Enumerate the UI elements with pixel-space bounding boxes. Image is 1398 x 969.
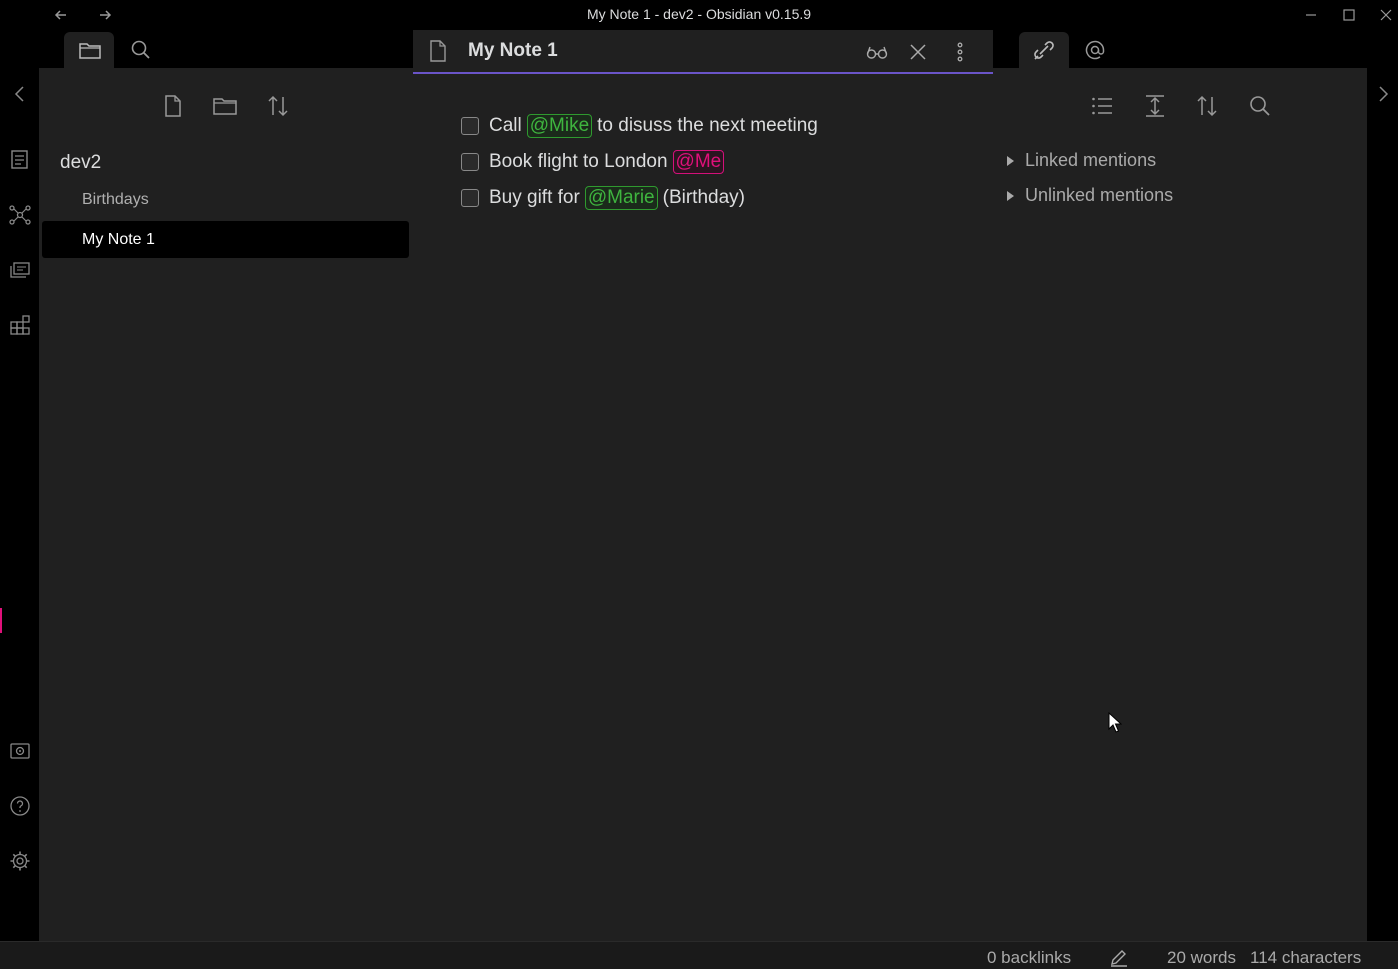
window-title: My Note 1 - dev2 - Obsidian v0.15.9 xyxy=(586,6,812,22)
sort-icon[interactable] xyxy=(265,93,291,119)
help-icon[interactable] xyxy=(8,794,32,818)
collapse-left-icon[interactable] xyxy=(8,82,32,106)
expand-icon[interactable] xyxy=(1142,93,1168,119)
task-text: Call xyxy=(489,115,522,136)
mouse-cursor-icon xyxy=(1108,712,1122,734)
close-tab-icon[interactable] xyxy=(906,40,930,64)
file-item-birthdays[interactable]: Birthdays xyxy=(42,181,409,218)
daily-note-icon[interactable] xyxy=(8,148,32,172)
maximize-icon[interactable] xyxy=(1339,5,1359,25)
unlinked-mentions-section[interactable]: Unlinked mentions xyxy=(1007,185,1173,206)
backlinks-icon[interactable] xyxy=(1031,37,1057,63)
section-label: Linked mentions xyxy=(1025,150,1157,170)
task-checkbox[interactable] xyxy=(461,153,479,171)
expand-triangle-icon xyxy=(1007,155,1014,166)
expand-triangle-icon xyxy=(1007,190,1014,201)
status-bar: 0 backlinks 20 words 114 characters xyxy=(0,941,1398,969)
search-icon[interactable] xyxy=(1247,93,1273,119)
close-icon[interactable] xyxy=(1376,5,1396,25)
vault-icon[interactable] xyxy=(8,739,32,763)
folder-icon[interactable] xyxy=(77,37,103,63)
task-text: Book flight to London xyxy=(489,151,668,172)
sort-icon[interactable] xyxy=(1194,93,1220,119)
title-bar: My Note 1 - dev2 - Obsidian v0.15.9 xyxy=(0,0,1398,30)
mentions-at-icon[interactable] xyxy=(1082,37,1108,63)
note-file-icon xyxy=(426,39,450,63)
task-item: Book flight to London @Me xyxy=(461,147,729,177)
mention-tag[interactable]: @Me xyxy=(672,150,725,174)
more-options-icon[interactable] xyxy=(948,40,972,64)
graph-view-icon[interactable] xyxy=(8,203,32,227)
task-item: Buy gift for @Marie (Birthday) xyxy=(461,183,745,213)
task-text: Buy gift for xyxy=(489,187,580,208)
task-text: to disuss the next meeting xyxy=(597,115,818,136)
task-text: (Birthday) xyxy=(662,187,745,208)
new-note-icon[interactable] xyxy=(160,93,186,119)
new-folder-icon[interactable] xyxy=(212,93,238,119)
task-checkbox[interactable] xyxy=(461,189,479,207)
mention-tag[interactable]: @Marie xyxy=(584,186,658,210)
list-icon[interactable] xyxy=(1089,93,1115,119)
edit-mode-icon[interactable] xyxy=(1109,947,1129,967)
ribbon xyxy=(0,30,39,941)
settings-icon[interactable] xyxy=(8,849,32,873)
plugin-grid-icon[interactable] xyxy=(8,313,32,337)
note-title[interactable]: My Note 1 xyxy=(468,40,558,62)
section-label: Unlinked mentions xyxy=(1025,185,1174,205)
linked-mentions-section[interactable]: Linked mentions xyxy=(1007,150,1156,171)
active-indicator xyxy=(0,608,2,633)
backlinks-count[interactable]: 0 backlinks xyxy=(987,948,1071,968)
file-item-my-note-1[interactable]: My Note 1 xyxy=(42,221,409,258)
vault-name[interactable]: dev2 xyxy=(60,152,101,174)
collapse-right-icon[interactable] xyxy=(1371,82,1395,106)
slides-icon[interactable] xyxy=(8,258,32,282)
right-ribbon xyxy=(1367,30,1398,941)
task-item: Call @Mike to disuss the next meeting xyxy=(461,111,818,141)
mention-tag[interactable]: @Mike xyxy=(526,114,593,138)
word-count: 20 words xyxy=(1167,948,1236,967)
minimize-icon[interactable] xyxy=(1301,5,1321,25)
search-icon[interactable] xyxy=(128,37,154,63)
reading-view-icon[interactable] xyxy=(865,40,889,64)
character-count: 114 characters xyxy=(1250,948,1362,967)
task-checkbox[interactable] xyxy=(461,117,479,135)
